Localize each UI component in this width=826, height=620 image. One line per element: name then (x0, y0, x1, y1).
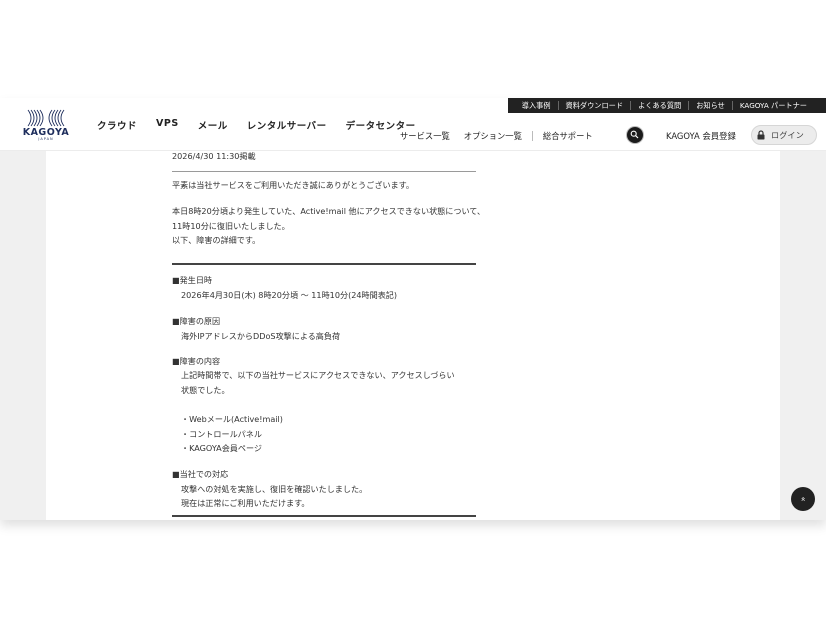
divider (172, 171, 476, 172)
affected-service-item: ・コントロールパネル (181, 429, 262, 439)
search-icon (630, 130, 639, 139)
intro-line: 11時10分に復旧いたしました。 (172, 221, 290, 231)
nav-item-rental-server[interactable]: レンタルサーバー (247, 118, 327, 132)
heading-cause: ■障害の原因 (172, 316, 221, 326)
nav-options-list[interactable]: オプション一覧 (464, 130, 522, 142)
content-panel (46, 98, 780, 520)
topbar-link-partner[interactable]: KAGOYA パートナー (731, 101, 814, 110)
topbar-link-news[interactable]: お知らせ (688, 101, 732, 110)
sub-nav: サービス一覧 オプション一覧 総合サポート (400, 130, 593, 142)
logo-subtext: JAPAN (38, 137, 54, 141)
subnav-divider (531, 131, 533, 141)
logo-mark-icon (27, 109, 65, 127)
member-register-link[interactable]: KAGOYA 会員登録 (666, 130, 736, 142)
affected-service-item: ・KAGOYA会員ページ (181, 443, 263, 453)
chevron-double-up-icon: » (798, 496, 807, 502)
topbar-link-downloads[interactable]: 資料ダウンロード (557, 101, 631, 110)
response-text: 現在は正常にご利用いただけます。 (181, 498, 310, 508)
site-header: 導入事例 資料ダウンロード よくある質問 お知らせ KAGOYA パートナー K… (0, 98, 826, 151)
greeting-text: 平素は当社サービスをご利用いただき誠にありがとうございます。 (172, 180, 415, 190)
heading-details: ■障害の内容 (172, 356, 221, 366)
search-button[interactable] (626, 126, 644, 144)
intro-line: 以下、障害の詳細です。 (172, 235, 261, 245)
heading-occurrence: ■発生日時 (172, 275, 213, 285)
posted-date: 2026/4/30 11:30掲載 (172, 151, 256, 161)
kagoya-logo[interactable]: KAGOYA JAPAN (22, 109, 70, 143)
heading-response: ■当社での対応 (172, 469, 229, 479)
nav-services-list[interactable]: サービス一覧 (400, 130, 450, 142)
nav-item-mail[interactable]: メール (198, 118, 228, 132)
browser-viewport: 導入事例 資料ダウンロード よくある質問 お知らせ KAGOYA パートナー K… (0, 98, 826, 520)
intro-line: 本日8時20分頃より発生していた、Active!mail 他にアクセスできない状… (172, 206, 486, 216)
nav-item-cloud[interactable]: クラウド (97, 118, 137, 132)
details-text: 上記時間帯で、以下の当社サービスにアクセスできない、アクセスしづらい (181, 370, 455, 380)
nav-support[interactable]: 総合サポート (543, 130, 593, 142)
topbar-link-faq[interactable]: よくある質問 (630, 101, 688, 110)
cause-text: 海外IPアドレスからDDoS攻撃による高負荷 (181, 331, 341, 341)
top-utility-bar: 導入事例 資料ダウンロード よくある質問 お知らせ KAGOYA パートナー (508, 98, 826, 113)
section-divider (172, 515, 476, 517)
affected-service-item: ・Webメール(Active!mail) (181, 414, 283, 424)
login-button[interactable]: ログイン (751, 125, 817, 145)
back-to-top-button[interactable]: » (791, 487, 815, 511)
section-divider (172, 263, 476, 265)
topbar-link-cases[interactable]: 導入事例 (515, 101, 558, 110)
details-text: 状態でした。 (181, 385, 230, 395)
lock-icon (757, 130, 765, 140)
occurrence-time: 2026年4月30日(木) 8時20分頃 ～ 11時10分(24時間表記) (181, 290, 398, 300)
nav-item-vps[interactable]: VPS (156, 118, 179, 132)
response-text: 攻撃への対処を実施し、復旧を確認いたしました。 (181, 484, 368, 494)
login-label: ログイン (771, 130, 804, 140)
main-nav: クラウド VPS メール レンタルサーバー データセンター (97, 118, 435, 132)
